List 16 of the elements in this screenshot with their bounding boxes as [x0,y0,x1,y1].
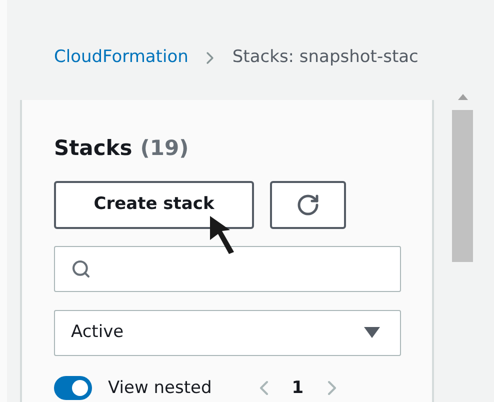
refresh-icon [296,192,320,216]
scroll-up-icon[interactable] [458,94,468,100]
stack-count: (19) [140,135,189,162]
search-icon [71,258,91,278]
dropdown-icon [364,326,380,338]
toggle-label: View nested [108,376,212,400]
page-number[interactable]: 1 [292,376,304,401]
panel-title: Stacks [54,135,132,162]
refresh-button[interactable] [270,180,346,228]
create-stack-button[interactable]: Create stack [54,180,254,228]
scroll-thumb[interactable] [452,110,473,262]
breadcrumb-link[interactable]: CloudFormation [54,45,188,71]
status-select[interactable]: Active [54,310,401,356]
breadcrumb-current: Stacks: snapshot-stac [232,46,418,70]
view-nested-toggle[interactable] [54,376,92,400]
search-field[interactable] [54,246,401,292]
